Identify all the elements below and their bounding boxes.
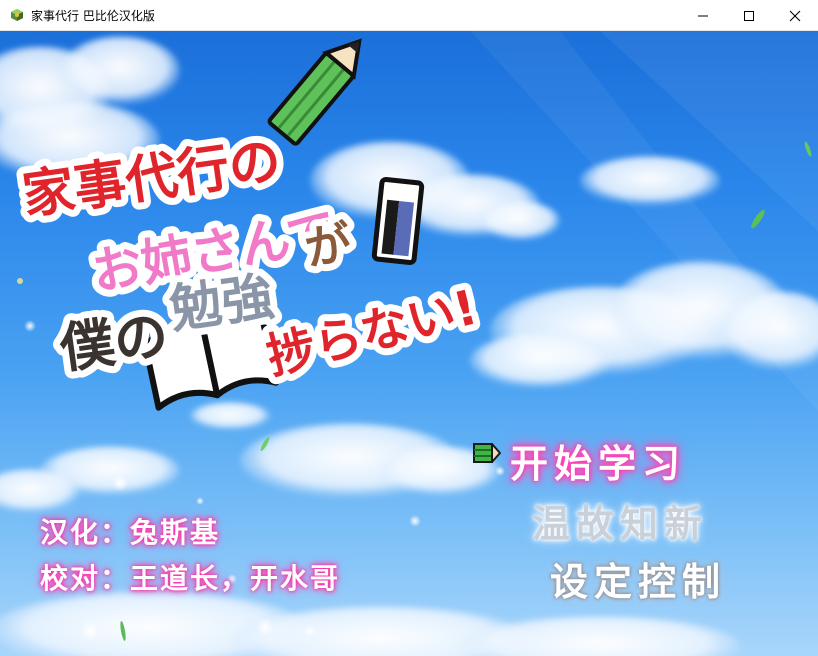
pencil-cursor-icon xyxy=(473,443,501,463)
logo-line-3-ga: が xyxy=(301,215,356,276)
game-title-screen: 家事代行の お姉さんで 僕の 勉強 が 捗らない! 开始学习 温故知新 设定控制… xyxy=(0,31,818,656)
minimize-icon xyxy=(698,15,708,17)
app-icon xyxy=(11,9,23,21)
window-title: 家事代行 巴比伦汉化版 xyxy=(31,9,155,23)
menu-continue-button[interactable]: 温故知新 xyxy=(532,493,708,548)
eraser-icon xyxy=(371,177,425,265)
logo-line-4: 捗らない! xyxy=(262,279,483,385)
minimize-button[interactable] xyxy=(680,0,726,31)
close-icon xyxy=(789,10,801,22)
window-titlebar[interactable]: 家事代行 巴比伦汉化版 xyxy=(0,0,818,31)
menu-settings-button[interactable]: 设定控制 xyxy=(550,551,726,606)
cloud xyxy=(40,402,500,499)
game-logo: 家事代行の お姉さんで 僕の 勉強 が 捗らない! xyxy=(12,38,490,411)
credit-translation: 汉化：兔斯基 xyxy=(40,516,221,549)
maximize-button[interactable] xyxy=(726,0,772,31)
credit-proofreading: 校对：王道长，开水哥 xyxy=(40,562,341,595)
logo-line-1: 家事代行の xyxy=(19,131,285,227)
close-button[interactable] xyxy=(772,0,818,31)
maximize-icon xyxy=(744,11,754,21)
pencil-icon xyxy=(267,38,362,146)
menu-start-button[interactable]: 开始学习 xyxy=(510,433,686,488)
